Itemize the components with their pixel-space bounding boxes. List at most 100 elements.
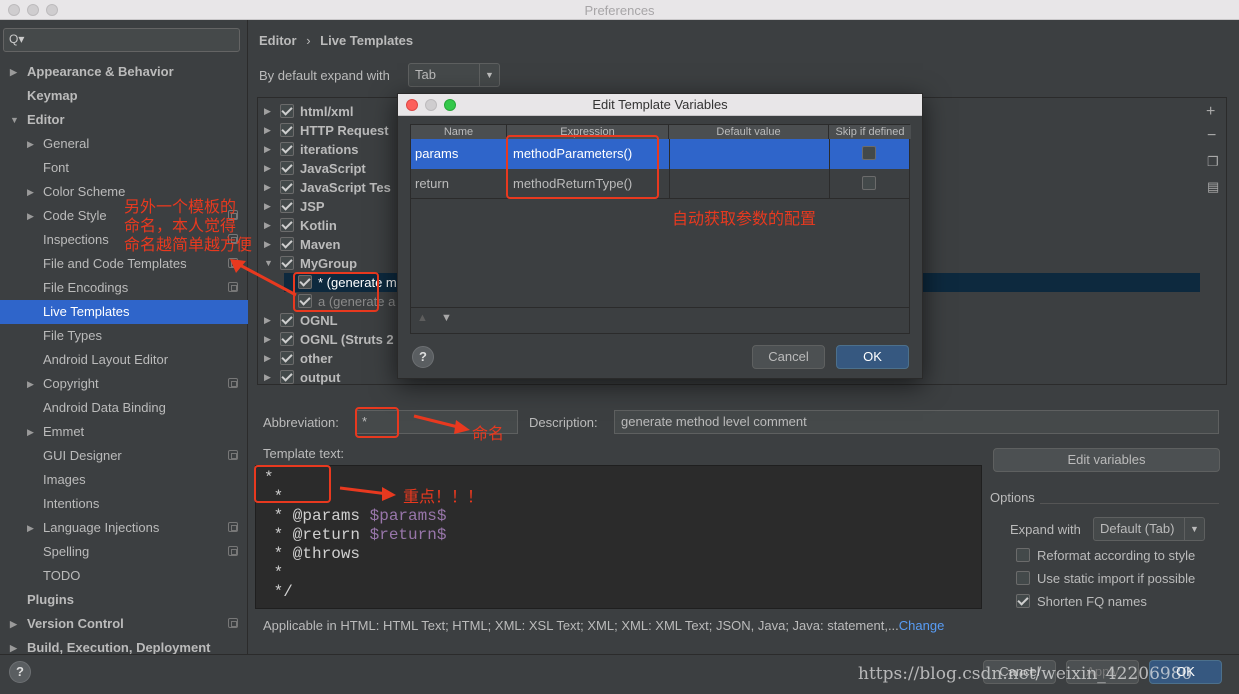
dialog-title: Edit Template Variables — [592, 97, 728, 112]
code-line: * @params $params$ — [264, 507, 447, 525]
sidebar-item-images[interactable]: Images — [0, 468, 248, 492]
sidebar-item-file-encodings[interactable]: File Encodings — [0, 276, 248, 300]
reformat-label: Reformat according to style — [1037, 548, 1196, 563]
skip-if-defined-checkbox[interactable] — [862, 176, 876, 190]
expand-with-combo[interactable]: Default (Tab) ▼ — [1093, 517, 1205, 541]
annotation-box — [355, 407, 399, 438]
sidebar-item-gui-designer[interactable]: GUI Designer — [0, 444, 248, 468]
annotation-arrow — [413, 414, 470, 434]
restore-icon[interactable]: ▤ — [1207, 179, 1219, 195]
group-checkbox[interactable] — [280, 313, 294, 327]
expand-with-label: Expand with — [1010, 522, 1081, 537]
edit-variables-button[interactable]: Edit variables — [993, 448, 1220, 472]
annotation-key: 重点！！！ — [403, 489, 484, 506]
group-checkbox[interactable] — [280, 180, 294, 194]
column-divider — [829, 139, 830, 199]
help-icon[interactable]: ? — [9, 661, 31, 683]
sidebar-item-spelling[interactable]: Spelling — [0, 540, 248, 564]
group-checkbox[interactable] — [280, 161, 294, 175]
add-icon[interactable]: + — [1206, 103, 1215, 121]
dialog-ok-button[interactable]: OK — [836, 345, 909, 369]
skip-if-defined-checkbox[interactable] — [862, 146, 876, 160]
table-toolbar: ▲ ▼ — [411, 307, 909, 333]
group-checkbox[interactable] — [280, 351, 294, 365]
description-value: generate method level comment — [621, 414, 807, 429]
options-divider — [1040, 503, 1219, 504]
shorten-fq-label: Shorten FQ names — [1037, 594, 1147, 609]
code-line: * @throws — [264, 545, 361, 563]
move-down-icon[interactable]: ▼ — [441, 312, 452, 324]
sidebar-item-appearance[interactable]: ▶ Appearance & Behavior — [0, 60, 248, 84]
sidebar-item-plugins[interactable]: Plugins — [0, 588, 248, 612]
watermark: https://blog.csdn.net/weixin_42206980 — [858, 664, 1193, 684]
sidebar-item-android-data-binding[interactable]: Android Data Binding — [0, 396, 248, 420]
search-input[interactable]: Q▾ — [3, 28, 240, 52]
template-variable: $params$ — [369, 507, 447, 525]
sidebar-item-intentions[interactable]: Intentions — [0, 492, 248, 516]
help-icon[interactable]: ? — [412, 346, 434, 368]
group-checkbox[interactable] — [280, 332, 294, 346]
static-import-label: Use static import if possible — [1037, 571, 1196, 586]
variables-table: Name Expression Default value Skip if de… — [410, 124, 911, 334]
annotation-auto-note: 自动获取参数的配置 — [672, 211, 817, 228]
sidebar-item-editor[interactable]: ▼ Editor — [0, 108, 248, 132]
sidebar-item-live-templates[interactable]: Live Templates — [0, 300, 248, 324]
annotation-name-note: 另外一个模板的 命名，本人觉得 命名越简单越方便 — [124, 199, 253, 254]
project-settings-icon — [228, 546, 238, 556]
table-row[interactable] — [411, 169, 909, 199]
reformat-checkbox[interactable] — [1016, 548, 1030, 562]
group-checkbox[interactable] — [280, 370, 294, 384]
column-header-default[interactable]: Default value — [669, 125, 829, 139]
sidebar-item-build[interactable]: ▶ Build, Execution, Deployment — [0, 636, 248, 654]
move-up-icon[interactable]: ▲ — [417, 312, 428, 324]
shorten-fq-checkbox[interactable] — [1016, 594, 1030, 608]
template-variable: $return$ — [369, 526, 447, 544]
copy-icon[interactable]: ❐ — [1207, 154, 1219, 170]
group-checkbox[interactable] — [280, 123, 294, 137]
description-input[interactable]: generate method level comment — [614, 410, 1219, 434]
annotation-box — [254, 465, 331, 503]
remove-icon[interactable]: − — [1207, 127, 1216, 145]
cell-name: params — [415, 146, 459, 161]
window-title: Preferences — [584, 3, 655, 18]
sidebar-item-general[interactable]: ▶ General — [0, 132, 248, 156]
sidebar-item-file-code-templates[interactable]: File and Code Templates — [0, 252, 248, 276]
description-label: Description: — [529, 415, 598, 430]
sidebar-item-keymap[interactable]: Keymap — [0, 84, 248, 108]
sidebar-item-emmet[interactable]: ▶ Emmet — [0, 420, 248, 444]
sidebar-item-copyright[interactable]: ▶ Copyright — [0, 372, 248, 396]
expand-value: Tab — [415, 67, 436, 82]
project-settings-icon — [228, 522, 238, 532]
annotation-naming: 命名 — [472, 426, 505, 443]
expand-combo[interactable]: Tab ▼ — [408, 63, 500, 87]
static-import-checkbox[interactable] — [1016, 571, 1030, 585]
expand-label: By default expand with — [259, 68, 390, 83]
window-titlebar: Preferences — [0, 0, 1239, 20]
chevron-down-icon: ▼ — [479, 64, 499, 86]
code-line: * @return $return$ — [264, 526, 447, 544]
sidebar-item-language-injections[interactable]: ▶ Language Injections — [0, 516, 248, 540]
sidebar-item-version-control[interactable]: ▶ Version Control — [0, 612, 248, 636]
applicable-text: Applicable in HTML: HTML Text; HTML; XML… — [263, 618, 899, 633]
breadcrumb-root: Editor — [259, 33, 297, 48]
group-checkbox[interactable] — [280, 237, 294, 251]
change-link[interactable]: Change — [899, 618, 945, 633]
annotation-box — [506, 135, 659, 199]
sidebar-item-todo[interactable]: TODO — [0, 564, 248, 588]
template-text-label: Template text: — [263, 446, 344, 461]
group-checkbox[interactable] — [280, 104, 294, 118]
chevron-down-icon: ▼ — [1184, 518, 1204, 540]
dialog-cancel-button[interactable]: Cancel — [752, 345, 825, 369]
column-header-name[interactable]: Name — [411, 125, 507, 139]
group-checkbox[interactable] — [280, 199, 294, 213]
code-line: * — [264, 564, 284, 582]
sidebar-item-file-types[interactable]: File Types — [0, 324, 248, 348]
column-header-skip[interactable]: Skip if defined — [829, 125, 911, 139]
column-divider — [669, 139, 670, 199]
sidebar-item-font[interactable]: Font — [0, 156, 248, 180]
group-checkbox[interactable] — [280, 142, 294, 156]
group-checkbox[interactable] — [280, 218, 294, 232]
sidebar-item-android-layout-editor[interactable]: Android Layout Editor — [0, 348, 248, 372]
applicable-contexts: Applicable in HTML: HTML Text; HTML; XML… — [263, 618, 944, 633]
table-row[interactable] — [411, 139, 909, 169]
